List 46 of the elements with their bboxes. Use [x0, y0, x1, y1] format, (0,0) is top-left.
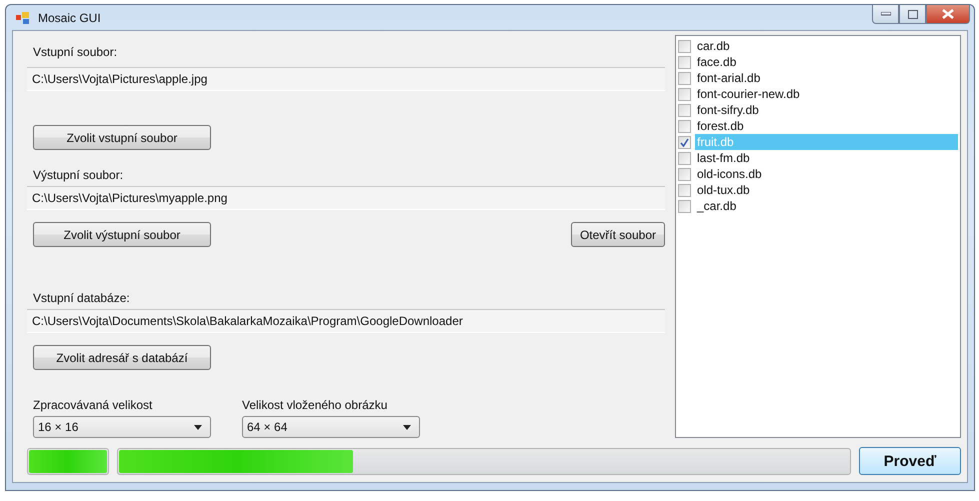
dropdown-arrow-icon: [194, 424, 202, 430]
database-list-item[interactable]: old-icons.db: [678, 166, 958, 182]
database-list-item[interactable]: car.db: [678, 38, 958, 54]
close-icon: [942, 9, 954, 19]
database-list-item[interactable]: last-fm.db: [678, 150, 958, 166]
checkbox[interactable]: [678, 120, 691, 132]
minimize-icon: [880, 12, 890, 16]
window-title: Mosaic GUI: [38, 10, 102, 24]
choose-button[interactable]: Zvolit vstupní soubor: [33, 125, 211, 150]
checkbox[interactable]: [678, 40, 691, 52]
database-list-item[interactable]: face.db: [678, 54, 958, 70]
checkbox[interactable]: [678, 104, 691, 116]
field-label: Výstupní soubor:: [32, 168, 124, 182]
database-list-item[interactable]: font-arial.db: [678, 70, 958, 86]
checkbox[interactable]: [678, 200, 691, 212]
database-list-item[interactable]: old-tux.db: [678, 182, 958, 198]
path-field[interactable]: C:\Users\Vojta\Pictures\apple.jpg: [27, 67, 665, 91]
checkbox[interactable]: [678, 136, 691, 148]
database-list-item[interactable]: font-courier-new.db: [678, 86, 958, 102]
checkbox[interactable]: [678, 184, 691, 196]
dropdown-label: Velikost vloženého obrázku: [242, 398, 388, 412]
database-list-item[interactable]: font-sifry.db: [678, 102, 958, 118]
choose-button[interactable]: Zvolit adresář s databází: [33, 345, 211, 370]
dropdown-label: Zpracovávaná velikost: [33, 398, 154, 412]
app-icon: [16, 12, 30, 24]
maximize-icon: [908, 10, 918, 18]
run-button[interactable]: Proveď: [859, 447, 961, 475]
size-dropdown[interactable]: 16 × 16: [33, 416, 211, 438]
checkbox[interactable]: [678, 168, 691, 180]
close-button[interactable]: [926, 5, 970, 24]
path-field[interactable]: C:\Users\Vojta\Documents\Skola\BakalarkaMozaika\Program\GoogleDownloader: [27, 309, 665, 333]
minimize-button[interactable]: [872, 5, 899, 24]
size-dropdown[interactable]: 64 × 64: [242, 416, 420, 438]
field-label: Vstupní databáze:: [32, 291, 131, 305]
dropdown-arrow-icon: [403, 424, 411, 430]
database-list-item[interactable]: forest.db: [678, 118, 958, 134]
field-label: Vstupní soubor:: [32, 45, 118, 59]
path-field[interactable]: C:\Users\Vojta\Pictures\myapple.png: [27, 186, 665, 210]
checkbox[interactable]: [678, 56, 691, 68]
database-list-item[interactable]: _car.db: [678, 198, 958, 214]
checkbox[interactable]: [678, 72, 691, 84]
checkbox[interactable]: [678, 152, 691, 164]
choose-button[interactable]: Zvolit výstupní soubor: [33, 222, 211, 247]
maximize-button[interactable]: [899, 5, 926, 24]
checkbox[interactable]: [678, 88, 691, 100]
open-file-button[interactable]: Otevřít soubor: [570, 222, 665, 247]
